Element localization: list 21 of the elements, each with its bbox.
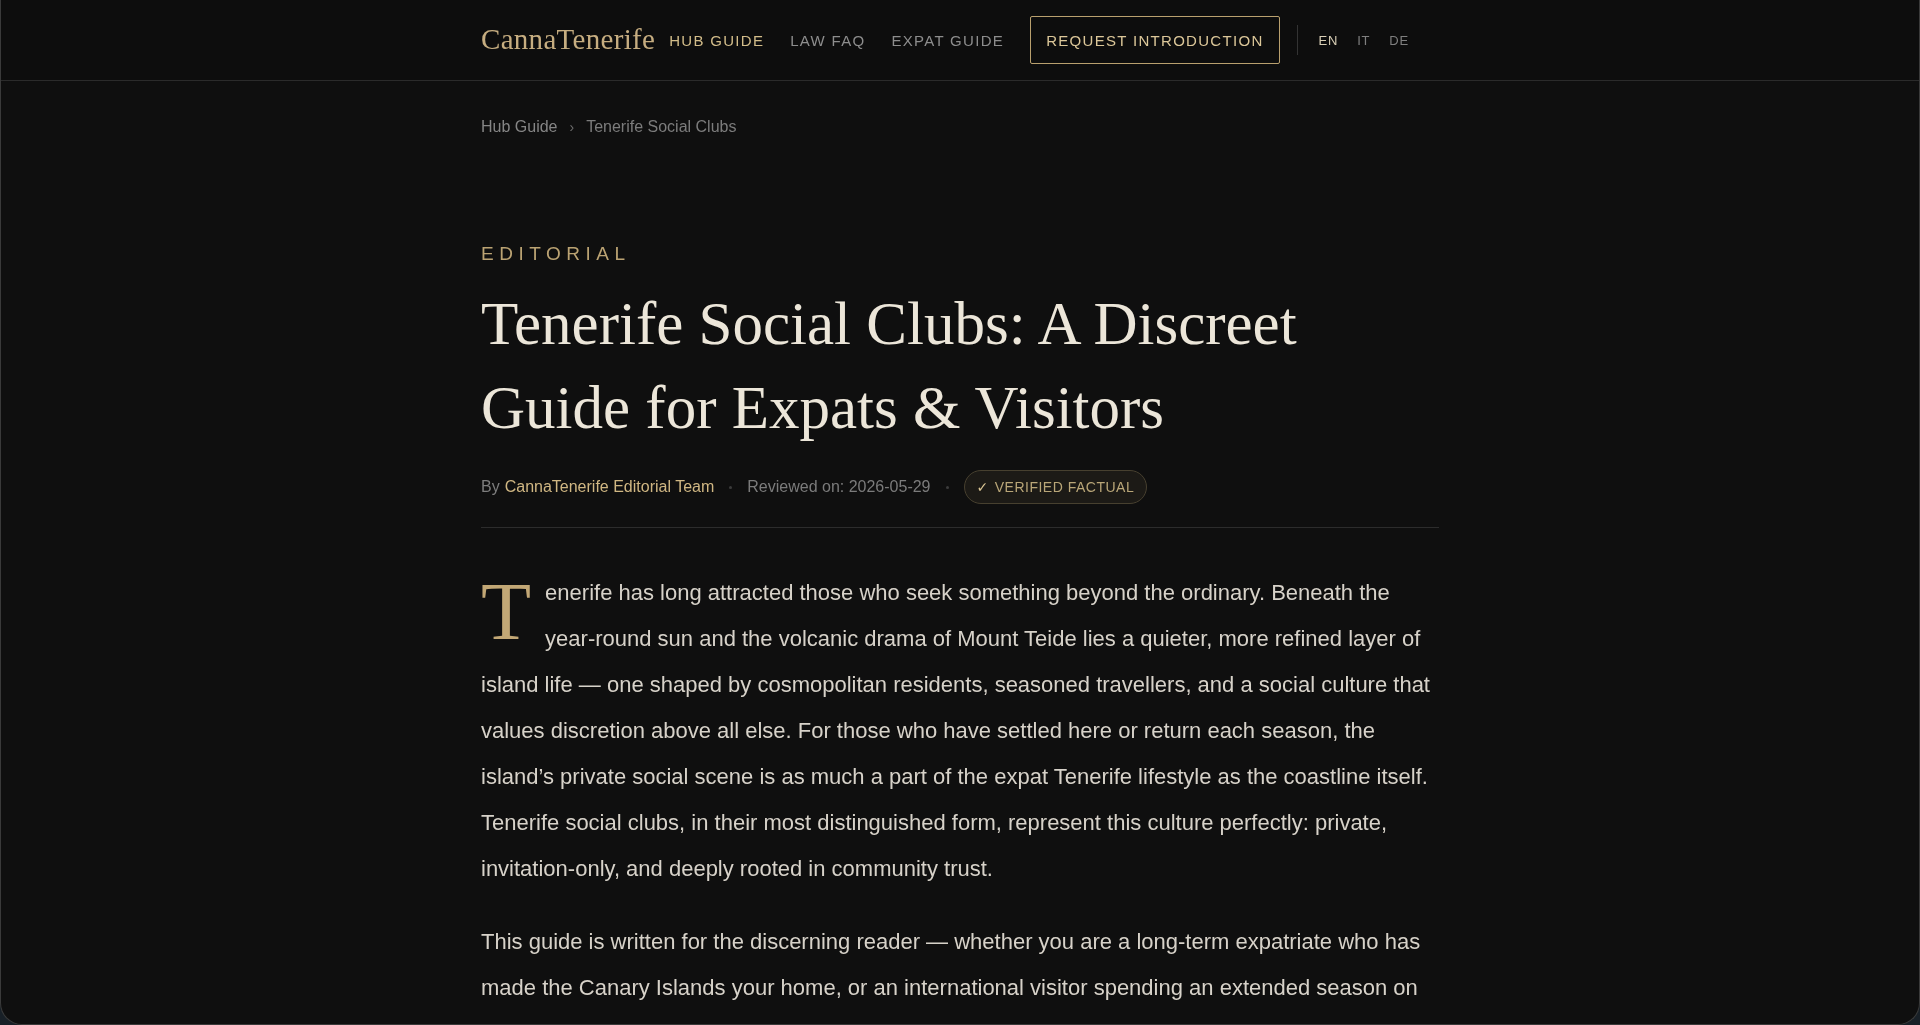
- article-paragraph: This guide is written for the discerning reader — whether you are a long-term expatriate who has made the Canary Islands your home, or an international visitor spending an extended season on: [481, 928, 1422, 1002]
- section-label: EDITORIAL: [481, 242, 632, 266]
- language-link[interactable]: IT: [1357, 32, 1371, 48]
- nav-link[interactable]: HUB GUIDE: [669, 31, 765, 49]
- breadcrumb-link[interactable]: Hub Guide: [481, 118, 558, 136]
- check-icon: ✓: [976, 479, 989, 495]
- separator-dot-icon: [729, 485, 733, 489]
- review-date: Reviewed on: 2026-05-29: [747, 478, 931, 496]
- badge-label: VERIFIED FACTUAL: [994, 479, 1135, 495]
- breadcrumb-current: Tenerife Social Clubs: [586, 118, 737, 136]
- separator-dot-icon: [945, 485, 949, 489]
- language-link[interactable]: EN: [1318, 32, 1339, 48]
- language-link[interactable]: DE: [1389, 32, 1410, 48]
- breadcrumb-separator: ›: [569, 119, 575, 135]
- cta-button[interactable]: REQUEST INTRODUCTION: [1030, 16, 1280, 64]
- article-title: Tenerife Social Clubs: A Discreet Guide for Expats & Visitors: [481, 289, 1298, 443]
- author-link[interactable]: CannaTenerife Editorial Team: [504, 478, 715, 496]
- byline-prefix: By: [481, 478, 500, 496]
- nav-link[interactable]: LAW FAQ: [790, 31, 866, 49]
- nav-link[interactable]: EXPAT GUIDE: [891, 31, 1005, 49]
- logo[interactable]: CannaTenerife: [481, 22, 656, 58]
